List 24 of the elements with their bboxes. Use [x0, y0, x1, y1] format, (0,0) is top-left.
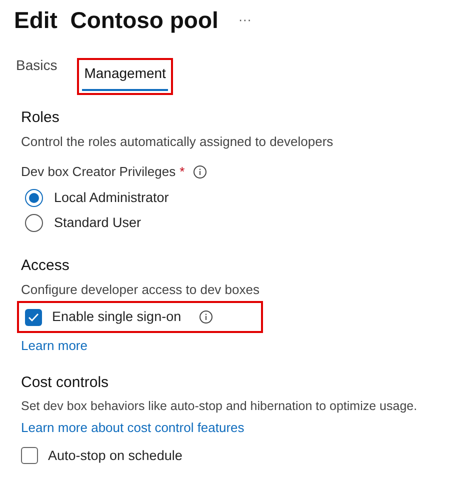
checkbox-label: Auto-stop on schedule: [48, 446, 182, 465]
section-description: Configure developer access to dev boxes: [21, 280, 260, 299]
learn-more-link[interactable]: Learn more about cost control features: [21, 418, 441, 438]
radio-label: Standard User: [54, 214, 142, 232]
more-menu[interactable]: ···: [238, 10, 252, 30]
section-heading: Cost controls: [21, 372, 110, 393]
checkbox[interactable]: [21, 447, 38, 464]
info-icon[interactable]: [199, 310, 214, 324]
radio-label: Local Administrator: [54, 188, 169, 206]
section-description: Control the roles automatically assigned to developers: [21, 132, 334, 151]
checkbox-label: Enable single sign-on: [52, 308, 182, 326]
radio-button[interactable]: [25, 188, 43, 207]
section-description: Set dev box behaviors like auto-stop and hibernation to optimize usage.: [21, 398, 418, 416]
field-label: Dev box Creator Privileges: [21, 163, 176, 181]
info-icon[interactable]: [192, 164, 207, 179]
section-heading: Access: [21, 256, 70, 276]
required-mark: *: [180, 163, 185, 181]
radio-button[interactable]: [25, 214, 43, 232]
page-title: Edit Contoso pool: [14, 6, 218, 35]
tab[interactable]: Basics: [14, 55, 60, 81]
checkbox[interactable]: [25, 308, 42, 326]
section-heading: Roles: [21, 108, 60, 128]
learn-more-link[interactable]: Learn more: [21, 336, 441, 356]
checkmark-icon: [28, 312, 39, 322]
